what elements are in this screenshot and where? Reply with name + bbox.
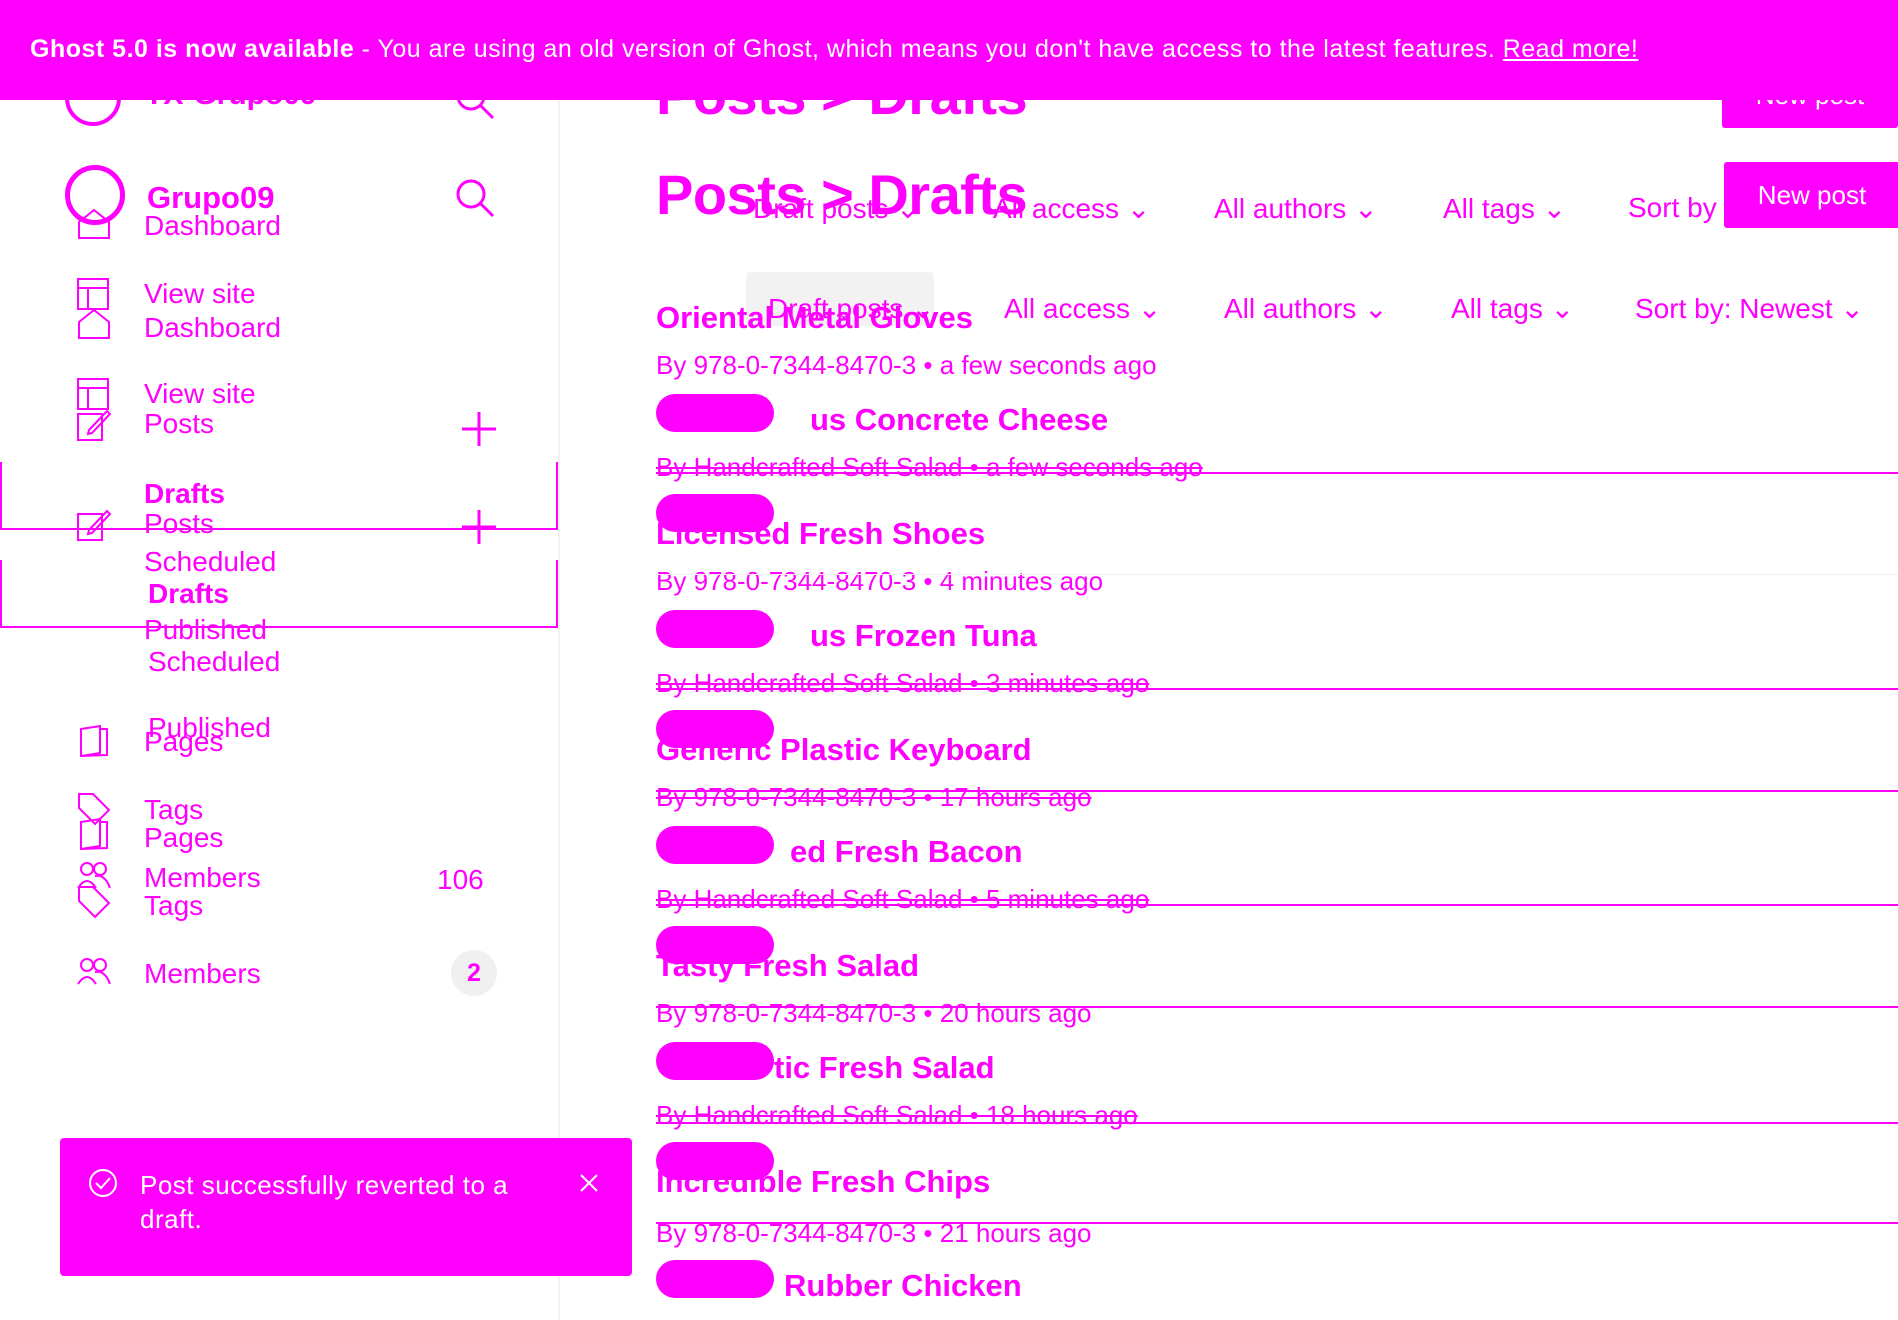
post-meta: By Handcrafted Soft Salad • a few second…: [656, 452, 1203, 482]
filter-authors[interactable]: All authors ⌄: [1224, 292, 1388, 325]
row-divider: [656, 904, 1898, 906]
close-icon[interactable]: [580, 1174, 598, 1192]
active-item-outline: [0, 560, 558, 628]
row-divider: [656, 790, 1898, 792]
sidebar-item-dashboard-ghost[interactable]: Dashboard: [144, 210, 281, 242]
search-icon[interactable]: [455, 178, 495, 218]
breadcrumb-separator: >: [821, 163, 854, 226]
edit-icon: [77, 409, 112, 441]
sidebar-item-dashboard[interactable]: Dashboard: [144, 312, 281, 344]
post-title[interactable]: us Frozen Tuna: [810, 618, 1037, 654]
new-post-button[interactable]: New post: [1724, 162, 1898, 228]
post-meta: By Handcrafted Soft Salad • 3 minutes ag…: [656, 668, 1150, 698]
layout-icon: [77, 378, 109, 410]
post-title[interactable]: tic Fresh Salad: [774, 1050, 995, 1086]
filter-tags[interactable]: All tags ⌄: [1451, 292, 1574, 325]
draft-badge: [656, 826, 774, 864]
members-count: 2: [467, 959, 481, 987]
post-title[interactable]: us Concrete Cheese: [810, 402, 1108, 438]
draft-badge: [656, 1042, 774, 1080]
row-divider: [656, 1006, 1898, 1008]
post-meta: By 978-0-7344-8470-3 • a few seconds ago: [656, 350, 1157, 380]
members-icon: [77, 958, 111, 985]
post-title[interactable]: Licensed Fresh Shoes: [656, 516, 985, 552]
active-item-outline: [0, 462, 558, 530]
add-post-icon[interactable]: [462, 412, 496, 446]
layout-icon: [77, 278, 109, 310]
filter-tags-ghost[interactable]: All tags ⌄: [1443, 192, 1566, 225]
post-title[interactable]: Incredible Fresh Chips: [656, 1164, 990, 1200]
update-banner: Ghost 5.0 is now available - You are usi…: [0, 0, 1898, 100]
post-title[interactable]: ed Fresh Bacon: [790, 834, 1023, 870]
breadcrumb-drafts: Drafts: [868, 163, 1028, 226]
banner-title: Ghost 5.0 is now available: [30, 35, 355, 63]
draft-badge: [656, 1260, 774, 1298]
sidebar-item-posts-ghost[interactable]: Posts: [144, 408, 214, 440]
pages-icon: [80, 817, 108, 851]
sidebar-item-pages[interactable]: Pages: [144, 822, 223, 854]
banner-message: You are using an old version of Ghost, w…: [377, 35, 1496, 63]
home-icon: [78, 208, 110, 239]
sidebar-item-published[interactable]: Published: [148, 712, 271, 744]
home-icon: [78, 308, 110, 339]
pages-icon: [80, 724, 108, 758]
sidebar: TX-Grupo09 Grupo09: [0, 0, 560, 1320]
draft-badge: [656, 394, 774, 432]
post-meta: By Handcrafted Soft Salad • 5 minutes ag…: [656, 884, 1150, 914]
post-title[interactable]: Tasty Fresh Salad: [656, 948, 919, 984]
post-title[interactable]: Generic Plastic Keyboard: [656, 732, 1032, 768]
members-count-badge: 2: [451, 950, 497, 996]
members-count-ghost: 106: [437, 864, 484, 895]
post-title[interactable]: Rubber Chicken: [784, 1268, 1022, 1304]
post-meta: By 978-0-7344-8470-3 • 17 hours ago: [656, 782, 1092, 812]
row-divider: [656, 1122, 1898, 1124]
sort-dropdown[interactable]: Sort by: Newest ⌄: [1635, 292, 1864, 325]
post-meta: By 978-0-7344-8470-3 • 20 hours ago: [656, 998, 1092, 1028]
sidebar-item-tags[interactable]: Tags: [144, 890, 203, 922]
row-divider: [656, 688, 1898, 690]
sidebar-item-scheduled[interactable]: Scheduled: [148, 646, 280, 678]
sidebar-item-view-site[interactable]: View site: [144, 378, 256, 410]
row-divider: [656, 1222, 1898, 1224]
post-meta: By Handcrafted Soft Salad • 18 hours ago: [656, 1100, 1138, 1130]
filter-authors-ghost[interactable]: All authors ⌄: [1214, 192, 1378, 225]
tag-icon: [78, 886, 111, 919]
post-meta: By 978-0-7344-8470-3 • 4 minutes ago: [656, 566, 1104, 596]
banner-read-more-link[interactable]: Read more!: [1503, 35, 1639, 63]
toast-message: Post successfully reverted to a draft.: [140, 1170, 509, 1234]
post-title[interactable]: Oriental Metal Gloves: [656, 300, 973, 336]
success-toast: Post successfully reverted to a draft.: [60, 1138, 632, 1276]
sort-dropdown-ghost[interactable]: Sort by: [1628, 192, 1717, 224]
sidebar-item-view-site-ghost[interactable]: View site: [144, 278, 256, 310]
check-circle-icon: [89, 1169, 117, 1197]
filter-access[interactable]: All access ⌄: [1004, 292, 1161, 325]
sidebar-item-members[interactable]: Members: [144, 958, 261, 990]
banner-separator: -: [361, 35, 371, 63]
row-divider: [656, 472, 1898, 474]
row-divider: [656, 574, 1898, 575]
draft-badge: [656, 610, 774, 648]
breadcrumb-posts[interactable]: Posts: [656, 163, 807, 226]
main-content: Posts > Drafts New post Draft posts ⌄ Al…: [558, 0, 1898, 1320]
page-title: Posts > Drafts: [656, 162, 1028, 227]
